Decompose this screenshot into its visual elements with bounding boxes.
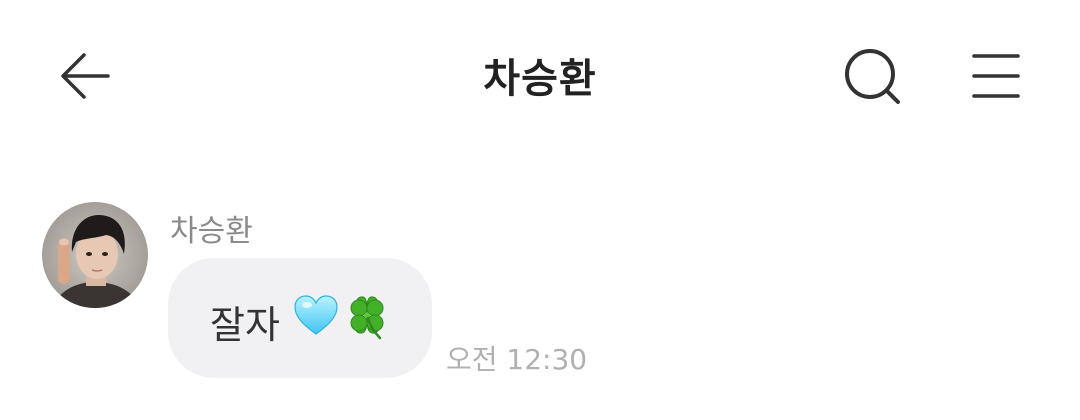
arrow-left-icon (61, 53, 110, 99)
profile-photo (42, 202, 148, 308)
menu-button[interactable] (960, 44, 1030, 108)
message-text: 잘자 (210, 303, 280, 347)
sender-name: 차승환 (170, 214, 253, 249)
four-leaf-clover-emoji (342, 292, 392, 346)
message-timestamp: 오전 12:30 (446, 343, 588, 376)
message-bubble[interactable]: 잘자 (168, 258, 432, 378)
light-blue-heart-emoji (292, 292, 340, 344)
search-icon (845, 49, 900, 104)
chat-header: 차승환 (0, 0, 1080, 150)
hamburger-menu-icon (972, 54, 1020, 98)
chat-screen: 차승환 차승환 잘자 오전 12:30 (0, 0, 1080, 420)
search-button[interactable] (836, 40, 908, 112)
back-button[interactable] (50, 44, 120, 108)
sender-avatar[interactable] (42, 202, 148, 308)
chat-title: 차승환 (483, 56, 597, 102)
